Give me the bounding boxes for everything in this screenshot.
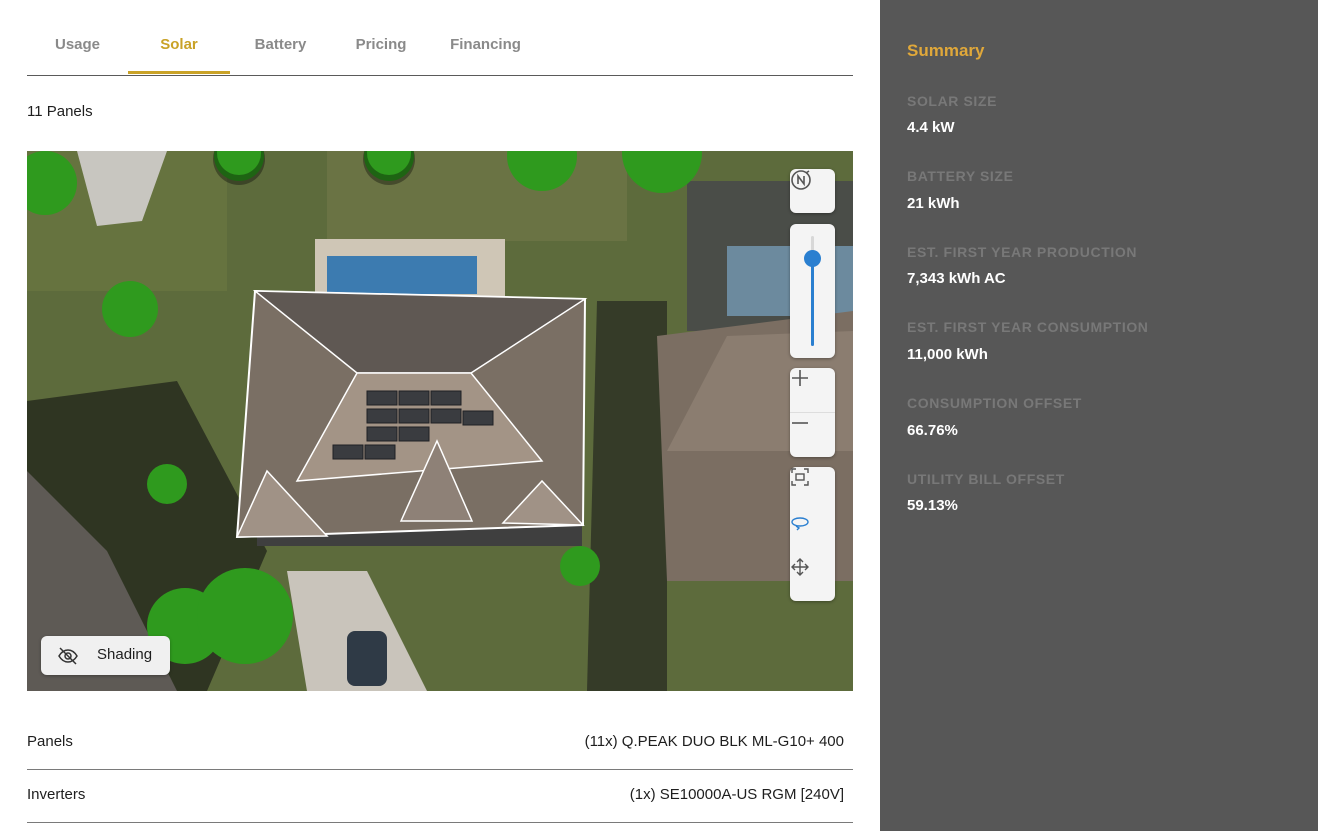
main-content: Usage Solar Battery Pricing Financing 11… [0,0,880,831]
equipment-row-inverters: Inverters (1x) SE10000A-US RGM [240V] [27,770,853,823]
shading-label: Shading [97,646,153,663]
summary-sidebar: Summary SOLAR SIZE 4.4 kW BATTERY SIZE 2… [880,0,1318,831]
zoom-slider-thumb[interactable] [804,250,821,268]
stat-value: 66.76% [907,422,958,439]
map-imagery [27,151,853,691]
equipment-label: Panels [27,733,73,750]
stat-label: BATTERY SIZE [907,168,1014,184]
zoom-in-button[interactable] [790,368,835,412]
stat-label: SOLAR SIZE [907,93,998,109]
satellite-map[interactable]: Shading [27,151,853,691]
equipment-value: (11x) Q.PEAK DUO BLK ML-G10+ 400 [584,733,844,750]
tab-financing[interactable]: Financing [431,36,540,74]
compass-button[interactable] [790,169,835,213]
tab-battery[interactable]: Battery [230,36,331,74]
zoom-out-button[interactable] [790,413,835,457]
tab-bar: Usage Solar Battery Pricing Financing [27,0,853,76]
summary-title: Summary [907,41,985,60]
stat-label: EST. FIRST YEAR CONSUMPTION [907,319,1149,335]
stat-label: UTILITY BILL OFFSET [907,471,1065,487]
shading-toggle-button[interactable]: Shading [41,636,170,675]
zoom-buttons [790,368,835,457]
tab-pricing[interactable]: Pricing [331,36,431,74]
equipment-row-panels: Panels (11x) Q.PEAK DUO BLK ML-G10+ 400 [27,717,853,770]
equipment-value: (1x) SE10000A-US RGM [240V] [629,786,844,803]
zoom-slider[interactable] [790,224,835,358]
equipment-label: Inverters [27,786,86,803]
panel-count: 11 Panels [27,103,93,120]
zoom-slider-fill [811,258,814,346]
stat-label: EST. FIRST YEAR PRODUCTION [907,244,1138,260]
active-tab-indicator [128,71,230,74]
stat-value: 21 kWh [907,195,960,212]
stat-value: 11,000 kWh [907,346,988,363]
stat-value: 7,343 kWh AC [907,270,1006,287]
view-tools [790,467,835,601]
stat-value: 59.13% [907,497,958,514]
tab-solar[interactable]: Solar [128,36,230,74]
stat-value: 4.4 kW [907,119,955,136]
fit-view-button[interactable] [790,467,835,511]
rotate-button[interactable] [790,512,835,556]
pan-button[interactable] [790,557,835,601]
tab-usage[interactable]: Usage [27,36,128,74]
stat-label: CONSUMPTION OFFSET [907,395,1082,411]
